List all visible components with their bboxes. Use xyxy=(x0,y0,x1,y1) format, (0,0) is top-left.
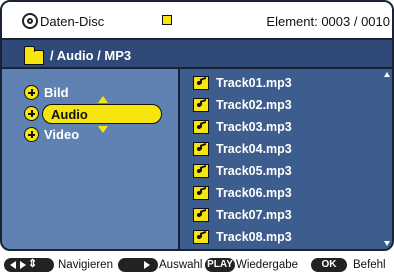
music-file-icon xyxy=(193,76,209,90)
list-item[interactable]: Track04.mp3 xyxy=(193,140,383,160)
plus-icon xyxy=(24,85,39,100)
footer-legend: ⇕ Navigieren Auswahl PLAY Wiedergabe OK … xyxy=(0,253,394,276)
disc-label: Daten-Disc xyxy=(40,14,105,29)
plus-icon xyxy=(24,106,39,121)
right-key-icon xyxy=(118,258,158,272)
navigate-keys-icon: ⇕ xyxy=(4,258,54,272)
play-key-badge: PLAY xyxy=(205,258,235,272)
play-label: Wiedergabe xyxy=(236,259,299,271)
category-panel: Bild Audio Video xyxy=(2,69,178,249)
track-label: Track06.mp3 xyxy=(216,186,292,200)
category-item-video[interactable]: Video xyxy=(24,125,164,145)
track-label: Track05.mp3 xyxy=(216,164,292,178)
menu-window: Daten-Disc Element: 0003 / 0010 / Audio … xyxy=(0,0,394,251)
category-label: Audio xyxy=(51,107,88,122)
music-file-icon xyxy=(193,186,209,200)
list-item[interactable]: Track03.mp3 xyxy=(193,118,383,138)
track-label: Track02.mp3 xyxy=(216,98,292,112)
ok-key-badge: OK xyxy=(311,258,347,272)
folder-icon xyxy=(24,46,44,65)
category-label: Bild xyxy=(44,85,69,100)
header-bar: Daten-Disc Element: 0003 / 0010 xyxy=(2,2,392,40)
scroll-up-icon[interactable] xyxy=(384,72,390,77)
path-bar: / Audio / MP3 xyxy=(2,40,392,69)
music-file-icon xyxy=(193,230,209,244)
music-file-icon xyxy=(193,142,209,156)
track-list[interactable]: Track01.mp3 Track02.mp3 Track03.mp3 Trac… xyxy=(178,69,392,249)
list-item[interactable]: Track08.mp3 xyxy=(193,228,383,248)
plus-icon xyxy=(24,127,39,142)
select-label: Auswahl xyxy=(159,259,203,271)
category-label: Video xyxy=(44,127,80,142)
navigate-label: Navigieren xyxy=(58,259,113,271)
list-item[interactable]: Track05.mp3 xyxy=(193,162,383,182)
arrow-up-icon xyxy=(98,96,108,103)
list-item[interactable]: Track01.mp3 xyxy=(193,74,383,94)
track-label: Track04.mp3 xyxy=(216,142,292,156)
disc-icon xyxy=(22,13,38,29)
arrow-right-icon xyxy=(144,261,150,269)
track-label: Track03.mp3 xyxy=(216,120,292,134)
command-label: Befehl xyxy=(353,259,386,271)
track-label: Track01.mp3 xyxy=(216,76,292,90)
music-file-icon xyxy=(193,164,209,178)
track-label: Track08.mp3 xyxy=(216,230,292,244)
category-item-bild[interactable]: Bild xyxy=(24,83,164,103)
list-item[interactable]: Track02.mp3 xyxy=(193,96,383,116)
arrow-left-icon xyxy=(10,261,16,269)
track-label: Track07.mp3 xyxy=(216,208,292,222)
element-counter: Element: 0003 / 0010 xyxy=(266,14,390,29)
selection-highlight: Audio xyxy=(42,104,162,124)
path-label: / Audio / MP3 xyxy=(50,48,132,63)
music-file-icon xyxy=(193,208,209,222)
list-item[interactable]: Track06.mp3 xyxy=(193,184,383,204)
arrow-up-down-icon: ⇕ xyxy=(28,258,38,270)
status-indicator-icon xyxy=(162,15,172,25)
music-file-icon xyxy=(193,120,209,134)
arrow-right-icon xyxy=(20,261,26,269)
category-item-audio[interactable]: Audio xyxy=(24,96,164,133)
list-item[interactable]: Track07.mp3 xyxy=(193,206,383,226)
music-file-icon xyxy=(193,98,209,112)
scroll-down-icon[interactable] xyxy=(384,241,390,246)
